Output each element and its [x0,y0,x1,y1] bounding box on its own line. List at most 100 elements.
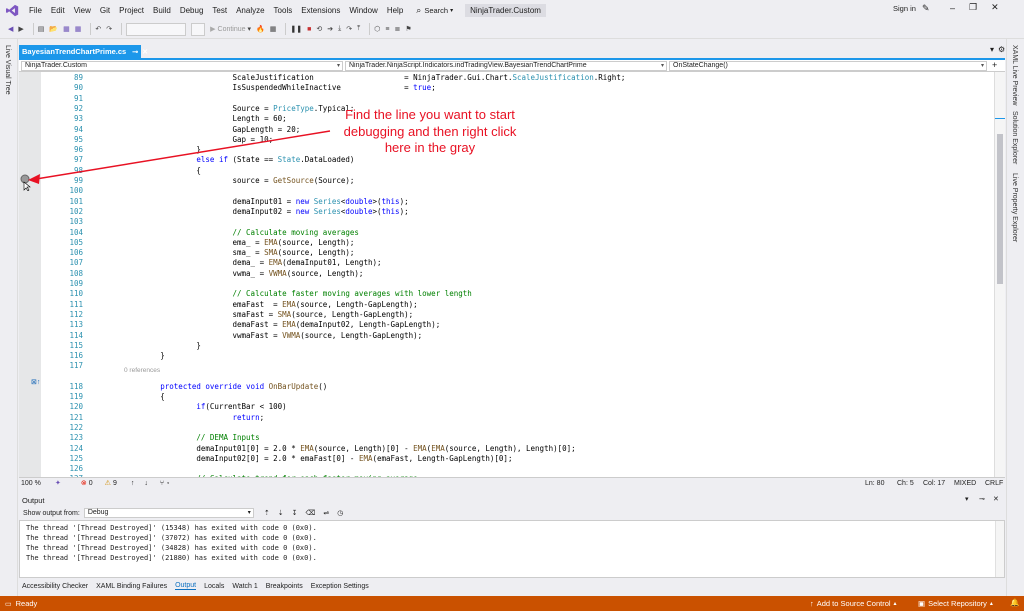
grid-icon[interactable]: ▦ [270,23,277,36]
panel-options-icon[interactable]: ▾ [965,495,969,503]
live-property-explorer-tab[interactable]: Live Property Explorer [1011,173,1018,242]
tab-breakpoints[interactable]: Breakpoints [266,583,303,590]
notifications-icon[interactable]: 🔔 [1010,598,1019,607]
close-button[interactable]: ✕ [991,2,999,13]
zoom-level[interactable]: 100 % [21,480,55,487]
menu-git[interactable]: Git [100,6,110,15]
document-tab[interactable]: BayesianTrendChartPrime.cs ⊸ ✕ [19,45,148,58]
comment-icon[interactable]: ≡ [385,23,389,36]
show-next-statement-icon[interactable]: ➔ [327,23,333,36]
output-text[interactable]: The thread '[Thread Destroyed]' (15348) … [19,520,1005,578]
prev-issue-icon[interactable]: ↑ [131,480,135,487]
error-count[interactable]: 0 [89,480,93,487]
settings-icon[interactable]: ⚙ [998,45,1005,54]
platform-dropdown[interactable] [191,22,206,36]
output-source-dropdown[interactable]: Debug ▾ [83,508,254,518]
next-message-icon[interactable]: ↧ [292,509,298,517]
config-dropdown[interactable] [126,22,187,36]
code-line: Length = 60; [232,114,287,124]
chevron-down-icon: ▾ [980,63,984,69]
prev-message-icon[interactable]: ⇣ [278,509,284,517]
timestamp-icon[interactable]: ◷ [337,509,343,517]
step-into-icon[interactable]: ⤓ [338,23,341,36]
step-over-icon[interactable]: ↷ [346,23,352,36]
restart-icon[interactable]: ⟲ [316,23,322,36]
scroll-thumb[interactable] [997,134,1003,284]
warning-icon[interactable]: ⚠ [105,479,111,487]
hot-reload-icon[interactable]: 🔥 [256,23,265,36]
visual-studio-logo-icon[interactable] [6,4,19,17]
tab-accessibility-checker[interactable]: Accessibility Checker [22,583,88,590]
stop-icon[interactable]: ■ [307,23,311,36]
uncomment-icon[interactable]: ≣ [394,23,400,36]
tab-exception-settings[interactable]: Exception Settings [311,583,369,590]
select-repository[interactable]: Select Repository [928,599,987,608]
feedback-icon[interactable]: ✎ [922,3,930,14]
word-wrap-icon[interactable]: ⇌ [323,509,329,517]
pause-icon[interactable]: ❚❚ [290,23,302,36]
menu-extensions[interactable]: Extensions [301,6,340,15]
menu-debug[interactable]: Debug [180,6,204,15]
forward-icon[interactable]: ▶ [18,23,23,36]
undo-icon[interactable]: ↶ [95,23,101,36]
tab-watch-1[interactable]: Watch 1 [232,583,257,590]
menu-project[interactable]: Project [119,6,144,15]
line-ending[interactable]: CRLF [985,480,1003,487]
member-dropdown[interactable]: OnStateChange() ▾ [669,61,987,71]
find-message-icon[interactable]: ⇡ [264,509,270,517]
next-issue-icon[interactable]: ↓ [144,480,148,487]
menu-help[interactable]: Help [387,6,403,15]
menu-build[interactable]: Build [153,6,171,15]
continue-button[interactable]: ▶ Continue ▾ [210,23,251,36]
menu-tools[interactable]: Tools [274,6,293,15]
menu-analyze[interactable]: Analyze [236,6,264,15]
menu-window[interactable]: Window [349,6,377,15]
sign-in-link[interactable]: Sign in [893,4,916,13]
solution-explorer-tab[interactable]: Solution Explorer [1011,111,1018,164]
tab-overflow-icon[interactable]: ▾ [990,45,994,54]
pin-icon[interactable]: ⊸ [132,48,138,56]
tab-close-icon[interactable]: ✕ [142,48,148,56]
split-add-icon[interactable]: + [992,60,997,70]
live-visual-tree-tab[interactable]: Live Visual Tree [4,45,11,95]
menu-view[interactable]: View [74,6,91,15]
xaml-live-preview-tab[interactable]: XAML Live Preview [1011,45,1018,105]
code-line: ScaleJustification = NinjaTrader.Gui.Cha… [232,73,626,82]
output-scrollbar[interactable] [995,521,1004,577]
new-file-icon[interactable]: ▤ [38,23,45,36]
bookmark-icon[interactable]: ⚑ [405,23,411,36]
panel-close-icon[interactable]: ✕ [993,495,999,503]
tab-locals[interactable]: Locals [204,583,224,590]
type-dropdown[interactable]: NinjaTrader.NinjaScript.Indicators.indTr… [345,61,667,71]
menu-file[interactable]: File [29,6,42,15]
back-icon[interactable]: ◀ [8,23,13,36]
add-to-source-control[interactable]: Add to Source Control [817,599,891,608]
step-out-icon[interactable]: ⤒ [357,23,360,36]
tab-xaml-binding-failures[interactable]: XAML Binding Failures [96,583,167,590]
code-map-icon[interactable]: ⊠↑ [31,378,40,386]
cleanup-icon[interactable]: ✦ [55,479,61,487]
search-box[interactable]: ⌕ Search ▾ [416,5,453,16]
menu-test[interactable]: Test [212,6,227,15]
error-icon[interactable]: ⊗ [81,479,87,487]
hex-icon[interactable]: ⬡ [374,23,380,36]
minimize-button[interactable]: – [950,3,955,13]
vertical-scrollbar[interactable] [994,72,1005,477]
panel-pin-icon[interactable]: ⊸ [979,495,985,503]
tabs-mode[interactable]: MIXED [954,480,976,487]
breakpoint-margin[interactable] [19,72,41,477]
git-icon[interactable]: ⑂ ▾ [160,480,170,487]
line-number: 116 [69,351,83,361]
menu-edit[interactable]: Edit [51,6,65,15]
redo-icon[interactable]: ↷ [106,23,112,36]
project-dropdown[interactable]: NinjaTrader.Custom ▾ [21,61,343,71]
tab-output[interactable]: Output [175,582,197,590]
references-codelens[interactable]: 0 references [124,366,160,376]
line-number: 93 [73,114,83,124]
maximize-button[interactable]: ❐ [969,2,977,13]
open-icon[interactable]: 📂 [49,23,58,36]
save-icon[interactable]: ▦ [63,23,70,36]
warning-count[interactable]: 9 [113,480,117,487]
save-all-icon[interactable]: ▦ [75,23,82,36]
clear-all-icon[interactable]: ⌫ [305,509,315,517]
